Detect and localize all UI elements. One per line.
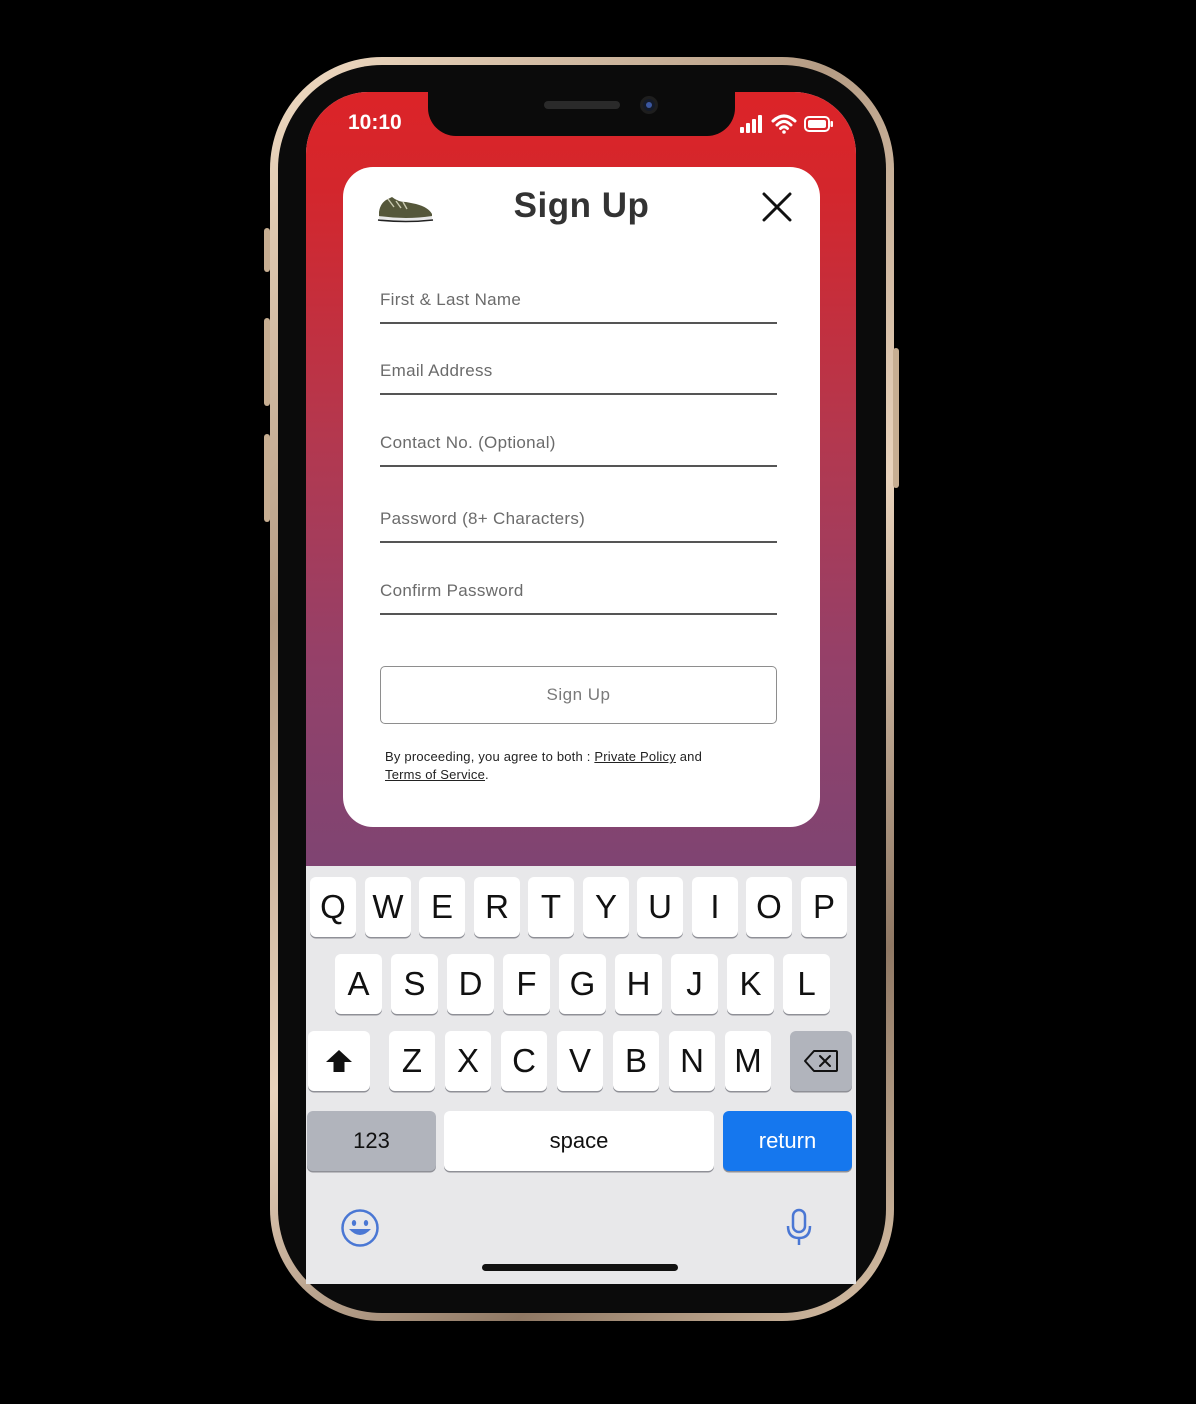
key-j[interactable]: J (671, 954, 718, 1014)
key-a[interactable]: A (335, 954, 382, 1014)
microphone-icon[interactable] (784, 1208, 814, 1248)
key-m[interactable]: M (725, 1031, 771, 1091)
numbers-key[interactable]: 123 (307, 1111, 436, 1171)
key-f[interactable]: F (503, 954, 550, 1014)
key-w[interactable]: W (365, 877, 411, 937)
key-l[interactable]: L (783, 954, 830, 1014)
home-indicator[interactable] (482, 1264, 678, 1271)
contact-number-field[interactable] (380, 421, 777, 467)
terms-suffix: . (485, 767, 489, 782)
key-u[interactable]: U (637, 877, 683, 937)
key-o[interactable]: O (746, 877, 792, 937)
key-t[interactable]: T (528, 877, 574, 937)
terms-of-service-link[interactable]: Terms of Service (385, 767, 485, 782)
return-key[interactable]: return (723, 1111, 852, 1171)
space-key[interactable]: space (444, 1111, 714, 1171)
status-icons (740, 113, 834, 135)
notch (428, 92, 735, 136)
key-p[interactable]: P (801, 877, 847, 937)
key-v[interactable]: V (557, 1031, 603, 1091)
password-field[interactable] (380, 497, 777, 543)
key-i[interactable]: I (692, 877, 738, 937)
volume-down-button (264, 434, 270, 522)
cellular-signal-icon (740, 115, 762, 133)
key-z[interactable]: Z (389, 1031, 435, 1091)
delete-key[interactable] (790, 1031, 852, 1091)
terms-text: By proceeding, you agree to both : Priva… (385, 748, 765, 784)
key-q[interactable]: Q (310, 877, 356, 937)
privacy-policy-link[interactable]: Private Policy (594, 749, 676, 764)
battery-icon (804, 116, 833, 132)
front-camera (640, 96, 658, 114)
emoji-icon[interactable] (340, 1208, 380, 1248)
key-c[interactable]: C (501, 1031, 547, 1091)
confirm-password-field[interactable] (380, 569, 777, 615)
key-d[interactable]: D (447, 954, 494, 1014)
key-r[interactable]: R (474, 877, 520, 937)
earpiece-speaker (544, 101, 620, 109)
key-h[interactable]: H (615, 954, 662, 1014)
key-k[interactable]: K (727, 954, 774, 1014)
terms-prefix: By proceeding, you agree to both : (385, 749, 595, 764)
shift-key[interactable] (308, 1031, 370, 1091)
backspace-icon (804, 1050, 838, 1072)
key-e[interactable]: E (419, 877, 465, 937)
wifi-icon (771, 114, 797, 134)
email-field[interactable] (380, 349, 777, 395)
key-y[interactable]: Y (583, 877, 629, 937)
shift-arrow-icon (326, 1050, 352, 1072)
key-x[interactable]: X (445, 1031, 491, 1091)
power-button (893, 348, 899, 488)
mute-switch (264, 228, 270, 272)
key-g[interactable]: G (559, 954, 606, 1014)
terms-middle: and (675, 749, 703, 764)
page-title: Sign Up (513, 186, 650, 225)
close-icon[interactable] (760, 190, 794, 224)
key-n[interactable]: N (669, 1031, 715, 1091)
key-s[interactable]: S (391, 954, 438, 1014)
volume-up-button (264, 318, 270, 406)
signup-button[interactable]: Sign Up (380, 666, 777, 724)
name-field[interactable] (380, 278, 777, 324)
key-b[interactable]: B (613, 1031, 659, 1091)
status-time: 10:10 (348, 111, 402, 134)
